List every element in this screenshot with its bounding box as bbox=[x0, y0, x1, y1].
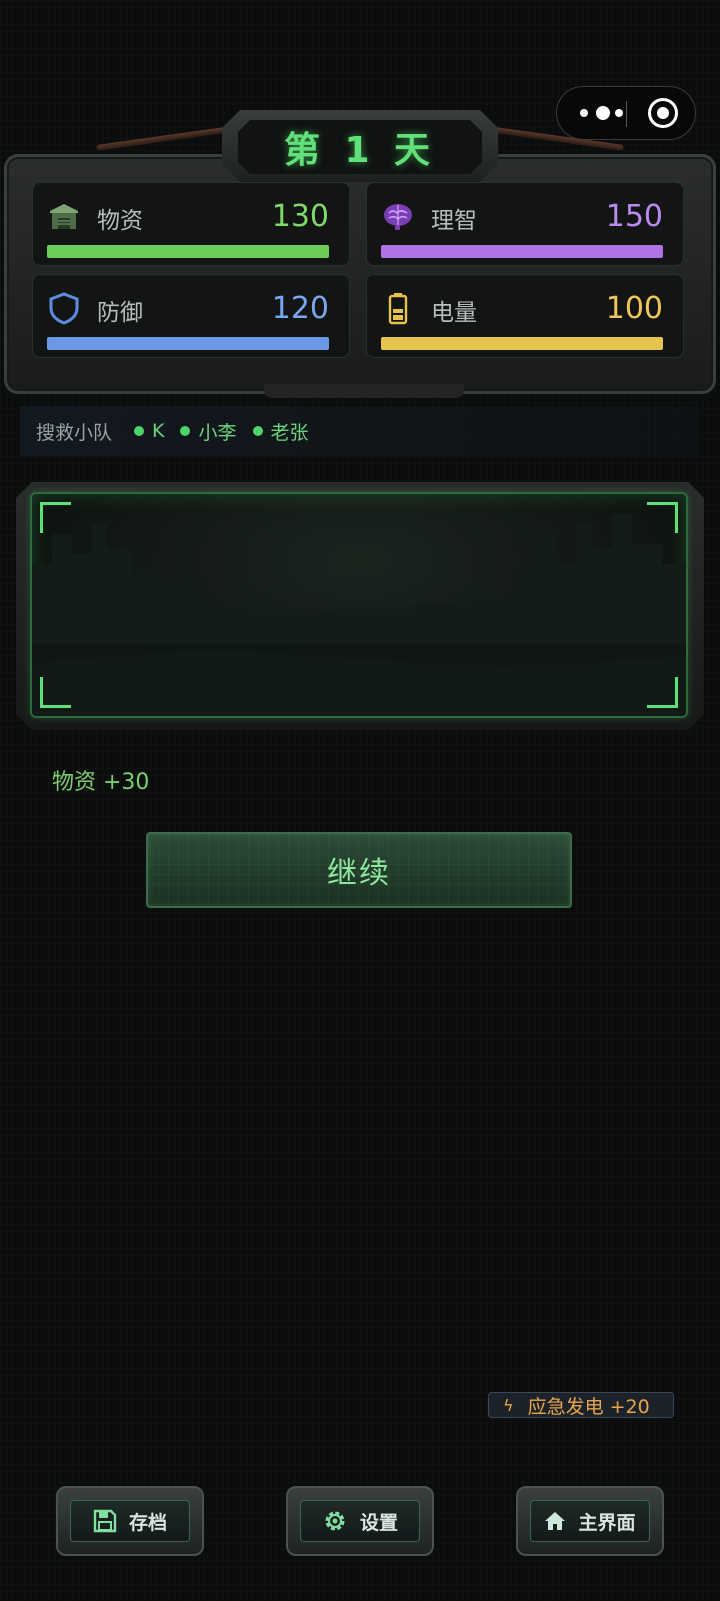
scene-view bbox=[30, 492, 688, 718]
home-icon bbox=[545, 1512, 566, 1530]
save-icon bbox=[93, 1509, 117, 1533]
day-header: 第 1 天 bbox=[238, 120, 482, 174]
stat-label: 防御 bbox=[97, 300, 143, 326]
miniprogram-capsule bbox=[556, 86, 696, 140]
stat-label: 理智 bbox=[431, 208, 477, 234]
day-title: 第 1 天 bbox=[283, 130, 437, 171]
team-member: 小李 bbox=[180, 418, 237, 445]
home-label: 主界面 bbox=[578, 1511, 636, 1534]
status-dot-icon bbox=[252, 426, 263, 436]
continue-button[interactable]: 继续 bbox=[146, 832, 572, 908]
button-face: 存档 bbox=[70, 1500, 190, 1542]
stat-bar-fill bbox=[381, 337, 663, 350]
stat-bar bbox=[381, 245, 663, 258]
member-name: K bbox=[152, 420, 165, 442]
member-name: 小李 bbox=[198, 421, 237, 444]
stat-defense: 防御 120 bbox=[32, 274, 350, 358]
frame-corner bbox=[40, 502, 71, 533]
stat-bar bbox=[47, 337, 329, 350]
emergency-power-badge[interactable]: ϟ 应急发电 +20 bbox=[488, 1392, 674, 1418]
stat-value: 150 bbox=[605, 199, 663, 234]
stat-label: 电量 bbox=[431, 300, 477, 326]
stat-value: 100 bbox=[605, 291, 663, 326]
lightning-icon: ϟ bbox=[503, 1395, 514, 1415]
gear-icon bbox=[325, 1511, 345, 1531]
stat-bar bbox=[47, 245, 329, 258]
continue-label: 继续 bbox=[327, 856, 391, 891]
settings-button[interactable]: 设置 bbox=[286, 1486, 434, 1556]
brain-icon bbox=[384, 204, 412, 230]
team-title: 搜救小队 bbox=[36, 421, 113, 444]
frame-corner bbox=[40, 677, 71, 708]
emergency-label: 应急发电 +20 bbox=[527, 1395, 650, 1418]
stat-bar bbox=[381, 337, 663, 350]
stat-value: 130 bbox=[271, 199, 329, 234]
rescue-team-row: 搜救小队 K 小李 老张 bbox=[20, 406, 700, 456]
stat-power: 电量 100 bbox=[366, 274, 684, 358]
home-button[interactable]: 主界面 bbox=[516, 1486, 664, 1556]
status-dot-icon bbox=[134, 426, 145, 436]
event-result-text: 物资 +30 bbox=[52, 770, 150, 795]
battery-icon bbox=[388, 293, 408, 325]
more-menu-icon[interactable] bbox=[577, 87, 629, 139]
shield-icon bbox=[49, 292, 79, 325]
settings-label: 设置 bbox=[359, 1511, 398, 1534]
stat-value: 120 bbox=[271, 291, 329, 326]
stat-supplies: 物资 130 bbox=[32, 182, 350, 266]
ruined-city-image bbox=[32, 514, 686, 716]
capsule-divider bbox=[626, 101, 627, 127]
team-member: 老张 bbox=[252, 418, 309, 445]
warehouse-icon bbox=[50, 204, 78, 229]
frame-corner bbox=[647, 677, 678, 708]
status-dot-icon bbox=[180, 426, 191, 436]
panel-lip bbox=[264, 384, 464, 398]
stat-bar-fill bbox=[381, 245, 663, 258]
save-button[interactable]: 存档 bbox=[56, 1486, 204, 1556]
stat-sanity: 理智 150 bbox=[366, 182, 684, 266]
member-name: 老张 bbox=[270, 421, 309, 444]
button-face: 主界面 bbox=[530, 1500, 650, 1542]
stat-bar-fill bbox=[47, 337, 329, 350]
save-label: 存档 bbox=[128, 1511, 167, 1534]
team-member: K bbox=[134, 420, 164, 442]
stat-bar-fill bbox=[47, 245, 329, 258]
cable-left bbox=[96, 126, 226, 152]
button-face: 设置 bbox=[300, 1500, 420, 1542]
stat-label: 物资 bbox=[97, 208, 143, 234]
frame-corner bbox=[647, 502, 678, 533]
close-miniprogram-icon[interactable] bbox=[648, 98, 678, 128]
